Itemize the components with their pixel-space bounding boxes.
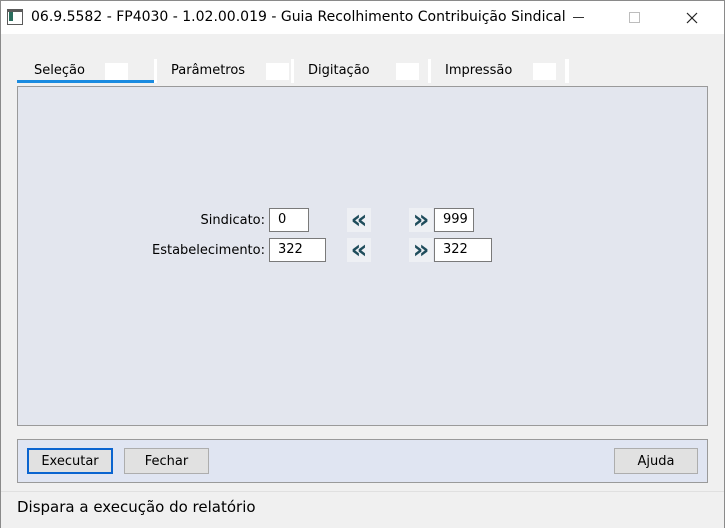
chevron-double-right-icon: » [412, 205, 430, 235]
close-button[interactable] [669, 1, 715, 34]
sindicato-from-input[interactable]: 0 [269, 208, 309, 232]
close-icon [686, 12, 698, 23]
tab-label: Impressão [445, 63, 513, 78]
estabelecimento-last-button[interactable]: » [409, 235, 433, 265]
button-bar: Executar Fechar Ajuda [17, 439, 708, 483]
sindicato-label: Sindicato: [200, 213, 265, 228]
main-window: 06.9.5582 - FP4030 - 1.02.00.019 - Guia … [0, 0, 725, 528]
minimize-icon [572, 17, 584, 18]
minimize-button[interactable] [555, 1, 601, 34]
selection-panel: Sindicato: 0 « » 999 Estabelecimento: 32… [17, 86, 708, 426]
chevron-double-right-icon: » [412, 235, 430, 265]
chevron-double-left-icon: « [350, 235, 368, 265]
status-bar: Dispara a execução do relatório [1, 491, 724, 528]
sindicato-first-button[interactable]: « [347, 205, 371, 235]
estabelecimento-to-input[interactable]: 322 [434, 238, 492, 262]
estabelecimento-first-button[interactable]: « [347, 235, 371, 265]
ajuda-button[interactable]: Ajuda [614, 448, 698, 474]
maximize-icon [628, 12, 640, 23]
active-tab-indicator [17, 80, 155, 83]
sindicato-to-input[interactable]: 999 [434, 208, 474, 232]
app-icon [7, 9, 23, 25]
maximize-button[interactable] [611, 1, 657, 34]
tab-label: Digitação [308, 63, 370, 78]
sindicato-last-button[interactable]: » [409, 205, 433, 235]
estabelecimento-from-input[interactable]: 322 [269, 238, 326, 262]
tab-selecao[interactable]: Seleção [17, 49, 155, 83]
tab-label: Parâmetros [171, 63, 246, 78]
executar-button[interactable]: Executar [27, 448, 113, 474]
status-text: Dispara a execução do relatório [17, 498, 256, 516]
tab-strip: Seleção Parâmetros Digitação Impressão [17, 49, 569, 87]
tab-label: Seleção [34, 63, 85, 78]
estabelecimento-label: Estabelecimento: [151, 243, 265, 258]
title-bar[interactable]: 06.9.5582 - FP4030 - 1.02.00.019 - Guia … [1, 1, 724, 34]
chevron-double-left-icon: « [350, 205, 368, 235]
window-title: 06.9.5582 - FP4030 - 1.02.00.019 - Guia … [31, 9, 566, 25]
fechar-button[interactable]: Fechar [124, 448, 209, 474]
